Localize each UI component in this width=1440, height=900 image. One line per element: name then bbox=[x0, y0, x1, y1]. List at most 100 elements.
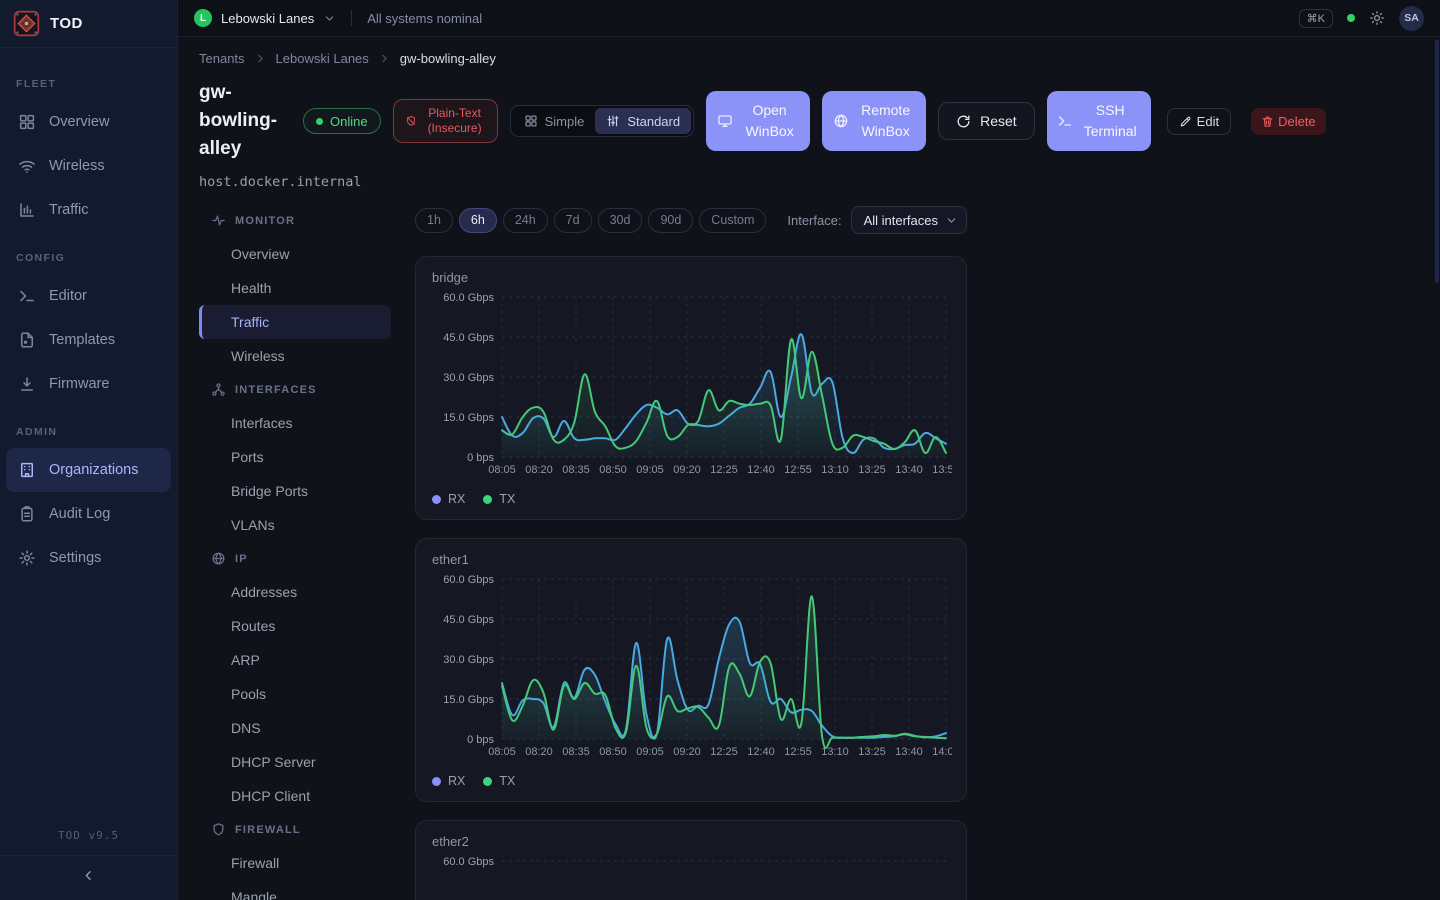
sidebar-item-label: Editor bbox=[49, 288, 87, 304]
subnav-section-label: FIREWALL bbox=[235, 824, 301, 836]
sidebar-item-wireless[interactable]: Wireless bbox=[6, 144, 171, 188]
rx-dot-icon bbox=[432, 777, 441, 786]
sidebar-item-label: Overview bbox=[49, 114, 109, 130]
open-winbox-button[interactable]: Open WinBox bbox=[706, 91, 810, 151]
tenant-switcher[interactable]: L Lebowski Lanes bbox=[194, 9, 336, 27]
reset-button[interactable]: Reset bbox=[938, 102, 1035, 140]
bar-chart-icon bbox=[18, 201, 36, 219]
ssh-terminal-button[interactable]: SSH Terminal bbox=[1047, 91, 1151, 151]
main-area: L Lebowski Lanes All systems nominal ⌘K … bbox=[178, 0, 1440, 900]
svg-text:08:05: 08:05 bbox=[488, 464, 516, 476]
shield-off-icon bbox=[405, 115, 417, 127]
theme-toggle-sun-icon[interactable] bbox=[1369, 10, 1385, 26]
svg-text:13:40: 13:40 bbox=[895, 464, 923, 476]
chevron-left-icon bbox=[81, 868, 96, 888]
wifi-icon bbox=[18, 157, 36, 175]
breadcrumb-tenants[interactable]: Tenants bbox=[199, 51, 245, 66]
scrollbar[interactable] bbox=[1435, 40, 1439, 283]
remote-winbox-button[interactable]: Remote WinBox bbox=[822, 91, 926, 151]
tenant-avatar: L bbox=[194, 9, 212, 27]
sidebar-item-organizations[interactable]: Organizations bbox=[6, 448, 171, 492]
legend-tx: TX bbox=[483, 492, 515, 506]
topbar-divider bbox=[351, 10, 352, 26]
subnav-item-pools[interactable]: Pools bbox=[199, 677, 391, 711]
subnav-item-interfaces[interactable]: Interfaces bbox=[199, 406, 391, 440]
subnav-item-addresses[interactable]: Addresses bbox=[199, 575, 391, 609]
security-warning-badge: Plain-Text (Insecure) bbox=[393, 99, 498, 143]
sidebar-section-config: CONFIG bbox=[0, 232, 177, 274]
subnav-item-dhcp-server[interactable]: DHCP Server bbox=[199, 745, 391, 779]
svg-text:45.0 Gbps: 45.0 Gbps bbox=[443, 332, 494, 344]
device-subnav: MONITOR OverviewHealthTrafficWireless INTE… bbox=[199, 204, 391, 900]
subnav-item-health[interactable]: Health bbox=[199, 271, 391, 305]
subnav-item-arp[interactable]: ARP bbox=[199, 643, 391, 677]
subnav-item-routes[interactable]: Routes bbox=[199, 609, 391, 643]
connection-status-dot bbox=[1347, 14, 1355, 22]
command-palette-shortcut[interactable]: ⌘K bbox=[1299, 9, 1333, 28]
sidebar-item-traffic[interactable]: Traffic bbox=[6, 188, 171, 232]
mode-standard-option[interactable]: Standard bbox=[595, 108, 691, 134]
traffic-chart: 60.0 Gbps bbox=[432, 851, 952, 900]
sidebar-collapse-button[interactable] bbox=[0, 856, 177, 888]
chevron-right-icon bbox=[378, 52, 391, 65]
subnav-section-label: MONITOR bbox=[235, 215, 295, 227]
svg-text:15.0 Gbps: 15.0 Gbps bbox=[443, 694, 494, 706]
subnav-item-traffic[interactable]: Traffic bbox=[199, 305, 391, 339]
subnav-item-bridge-ports[interactable]: Bridge Ports bbox=[199, 474, 391, 508]
range-pill-30d[interactable]: 30d bbox=[598, 208, 643, 233]
subnav-item-wireless[interactable]: Wireless bbox=[199, 339, 391, 373]
svg-text:13:25: 13:25 bbox=[858, 746, 886, 758]
sidebar-item-overview[interactable]: Overview bbox=[6, 100, 171, 144]
sidebar-item-editor[interactable]: Editor bbox=[6, 274, 171, 318]
sidebar-item-label: Audit Log bbox=[49, 506, 110, 522]
range-pill-90d[interactable]: 90d bbox=[648, 208, 693, 233]
sidebar-item-settings[interactable]: Settings bbox=[6, 536, 171, 580]
subnav-item-vlans[interactable]: VLANs bbox=[199, 508, 391, 542]
grid-icon bbox=[18, 113, 36, 131]
subnav-section-label: IP bbox=[235, 553, 248, 565]
svg-text:30.0 Gbps: 30.0 Gbps bbox=[443, 654, 494, 666]
svg-text:12:40: 12:40 bbox=[747, 464, 775, 476]
rx-dot-icon bbox=[432, 495, 441, 504]
subnav-item-firewall[interactable]: Firewall bbox=[199, 846, 391, 880]
chart-card-ether2: ether2 60.0 GbpsRXTX bbox=[415, 820, 967, 900]
subnav-item-overview[interactable]: Overview bbox=[199, 237, 391, 271]
chart-legend: RXTX bbox=[432, 774, 950, 788]
range-pill-custom[interactable]: Custom bbox=[699, 208, 766, 233]
range-pill-1h[interactable]: 1h bbox=[415, 208, 453, 233]
grid-icon bbox=[524, 114, 538, 128]
range-pill-7d[interactable]: 7d bbox=[554, 208, 592, 233]
subnav-item-mangle[interactable]: Mangle bbox=[199, 880, 391, 900]
svg-text:08:05: 08:05 bbox=[488, 746, 516, 758]
mode-simple-option[interactable]: Simple bbox=[513, 108, 596, 134]
app-logo[interactable]: TOD bbox=[0, 0, 177, 48]
subnav-section-label: INTERFACES bbox=[235, 384, 317, 396]
range-pill-24h[interactable]: 24h bbox=[503, 208, 548, 233]
delete-button[interactable]: Delete bbox=[1251, 108, 1326, 135]
subnav-item-ports[interactable]: Ports bbox=[199, 440, 391, 474]
delete-label: Delete bbox=[1278, 114, 1316, 129]
terminal-icon bbox=[18, 287, 36, 305]
mode-standard-label: Standard bbox=[627, 114, 680, 129]
subnav-item-dns[interactable]: DNS bbox=[199, 711, 391, 745]
trash-icon bbox=[1261, 115, 1274, 128]
sidebar: TOD FLEETOverviewWirelessTrafficCONFIGEd… bbox=[0, 0, 178, 900]
sidebar-item-audit-log[interactable]: Audit Log bbox=[6, 492, 171, 536]
user-avatar[interactable]: SA bbox=[1399, 6, 1424, 31]
mode-simple-label: Simple bbox=[545, 114, 585, 129]
file-icon bbox=[18, 331, 36, 349]
breadcrumb-tenant[interactable]: Lebowski Lanes bbox=[276, 51, 369, 66]
svg-text:13:10: 13:10 bbox=[821, 464, 849, 476]
activity-icon bbox=[211, 213, 226, 228]
subnav-item-dhcp-client[interactable]: DHCP Client bbox=[199, 779, 391, 813]
range-pill-6h[interactable]: 6h bbox=[459, 208, 497, 233]
edit-button[interactable]: Edit bbox=[1167, 108, 1231, 135]
pencil-icon bbox=[1179, 115, 1192, 128]
sidebar-item-label: Organizations bbox=[49, 462, 138, 478]
ssh-terminal-label: SSH Terminal bbox=[1080, 100, 1140, 142]
sidebar-item-firmware[interactable]: Firmware bbox=[6, 362, 171, 406]
sidebar-item-label: Templates bbox=[49, 332, 115, 348]
interface-select[interactable]: All interfaces bbox=[851, 206, 967, 234]
app-logo-icon bbox=[13, 10, 40, 37]
sidebar-item-templates[interactable]: Templates bbox=[6, 318, 171, 362]
